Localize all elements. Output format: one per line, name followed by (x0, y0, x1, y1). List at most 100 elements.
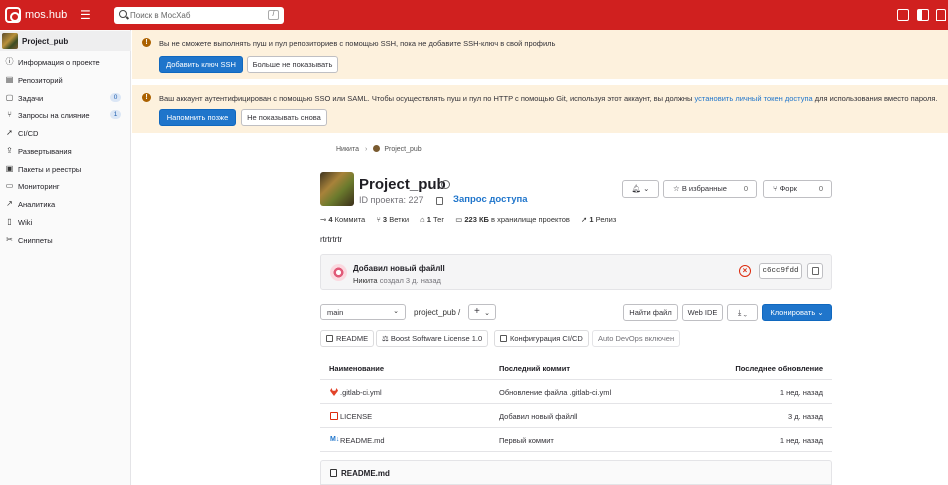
table-row[interactable]: .gitlab-ci.yml Обновление файла .gitlab-… (320, 380, 832, 404)
license-badge[interactable]: ⚖ Boost Software License 1.0 (376, 330, 489, 347)
branch-selector[interactable]: main ⌄ (320, 304, 406, 320)
table-row[interactable]: LICENSE Добавил новый файлll 3 д. назад (320, 404, 832, 428)
remind-later-button[interactable]: Напомнить позже (159, 109, 236, 126)
storage-icon: ▭ (455, 215, 463, 224)
star-icon: ☆ (673, 184, 680, 193)
sidebar-item-wiki[interactable]: ▯ Wiki (0, 214, 131, 230)
sidebar: Project_pub ⓘ Информация о проекте ▤ Реп… (0, 30, 131, 485)
repo-path-name[interactable]: project_pub (414, 308, 456, 317)
sidebar-item-deployments[interactable]: ⇪ Развертывания (0, 143, 131, 159)
commits-stat[interactable]: ⊸ 4 Коммита (320, 215, 365, 224)
issues-count-badge: 0 (110, 93, 121, 102)
badge-label: Auto DevOps включен (598, 334, 675, 343)
dont-show-again-button[interactable]: Больше не показывать (247, 56, 338, 73)
readme-title[interactable]: README.md (341, 469, 390, 478)
never-show-again-button[interactable]: Не показывать снова (241, 109, 327, 126)
auto-devops-badge[interactable]: Auto DevOps включен (592, 330, 681, 347)
request-access-link[interactable]: Запрос доступа (453, 194, 528, 205)
file-commit[interactable]: Обновление файла .gitlab-ci.yml (499, 388, 611, 397)
sidebar-item-label: Wiki (18, 218, 33, 227)
mos-hub-logo-icon[interactable] (5, 7, 21, 23)
sidebar-item-repository[interactable]: ▤ Репозиторий (0, 72, 131, 88)
storage-stat[interactable]: ▭ 223 КБ в хранилище проектов (455, 215, 570, 224)
sidebar-item-analytics[interactable]: ↗ Аналитика (0, 196, 131, 212)
sidebar-item-monitoring[interactable]: ▭ Мониторинг (0, 178, 131, 194)
commit-author[interactable]: Никита (353, 276, 378, 285)
sidebar-item-merge-requests[interactable]: ⑂ Запросы на слияние 1 (0, 107, 131, 123)
package-icon: ▣ (5, 164, 14, 173)
sidebar-item-label: Развертывания (18, 147, 72, 156)
menu-toggle-icon[interactable]: ☰ (80, 8, 91, 22)
star-button[interactable]: ☆ В избранные 0 (663, 180, 757, 198)
releases-stat[interactable]: ➚ 1 Релиз (581, 215, 616, 224)
breadcrumb-user[interactable]: Никита (336, 146, 359, 153)
sidebar-item-label: Аналитика (18, 200, 56, 209)
plus-icon: + (474, 306, 480, 317)
add-ssh-key-button[interactable]: Добавить ключ SSH (159, 56, 243, 73)
project-avatar (2, 33, 18, 49)
sidebar-item-packages[interactable]: ▣ Пакеты и реестры (0, 161, 131, 177)
file-commit[interactable]: Первый коммит (499, 436, 554, 445)
file-updated: 1 нед. назад (779, 388, 823, 397)
clone-button[interactable]: Клонировать ⌄ (762, 304, 832, 321)
fork-label: Форк (779, 184, 797, 193)
sidebar-toggle-icon[interactable] (917, 9, 929, 21)
sidebar-project-name: Project_pub (22, 37, 69, 46)
copy-id-icon[interactable] (436, 197, 443, 205)
search-input[interactable] (130, 9, 260, 21)
merge-request-icon: ⑂ (7, 110, 12, 119)
download-icon: ⤓ (738, 308, 742, 317)
star-count: 0 (743, 184, 748, 193)
chevron-down-icon: ⌄ (643, 184, 650, 193)
star-label: В избранные (681, 184, 727, 193)
sidebar-item-snippets[interactable]: ✂ Сниппеты (0, 232, 131, 248)
sidebar-item-issues[interactable]: ▢ Задачи 0 (0, 90, 131, 106)
commit-sha[interactable]: c6cc9fdd (759, 263, 802, 279)
sidebar-item-label: CI/CD (18, 129, 39, 138)
file-name[interactable]: README.md (340, 436, 385, 445)
copy-sha-button[interactable] (807, 263, 823, 279)
web-ide-button[interactable]: Web IDE (682, 304, 723, 321)
file-icon (500, 335, 507, 342)
alert-text-after: для использования вместо пароля. (812, 94, 938, 103)
table-row[interactable]: M↓ README.md Первый коммит 1 нед. назад (320, 428, 832, 452)
breadcrumb-project-avatar (373, 145, 381, 152)
sidebar-project-header[interactable]: Project_pub (0, 31, 131, 51)
branches-stat[interactable]: ⑂ 3 Ветки (376, 215, 409, 224)
pipeline-failed-icon[interactable]: × (739, 265, 751, 277)
personal-token-link[interactable]: установить личный токен доступа (694, 94, 812, 103)
fork-button[interactable]: ⑂ Форк 0 (763, 180, 832, 198)
sidebar-item-label: Сниппеты (18, 236, 53, 245)
file-commit[interactable]: Добавил новый файлll (499, 412, 577, 421)
file-name[interactable]: LICENSE (340, 412, 372, 421)
cicd-config-badge[interactable]: Конфигурация CI/CD (494, 330, 589, 347)
user-menu-icon[interactable] (936, 9, 946, 21)
chevron-down-icon: ⌄ (484, 310, 490, 317)
branches-count: 3 (382, 215, 388, 224)
download-button[interactable]: ⤓ ⌄ (727, 304, 758, 321)
copy-icon (812, 267, 819, 275)
storage-size: 223 КБ (464, 215, 489, 224)
sso-token-alert: ! Ваш аккаунт аутентифицирован с помощью… (132, 85, 948, 133)
storage-label: в хранилище проектов (491, 215, 570, 224)
find-file-button[interactable]: Найти файл (623, 304, 678, 321)
file-icon (330, 469, 337, 477)
breadcrumb-project[interactable]: Project_pub (384, 146, 421, 153)
badge-label: README (336, 334, 369, 343)
commits-count: 4 (328, 215, 333, 224)
search-box[interactable]: / (114, 7, 284, 24)
sidebar-item-project-info[interactable]: ⓘ Информация о проекте (0, 54, 131, 70)
readme-badge[interactable]: README (320, 330, 375, 347)
fork-count: 0 (818, 184, 823, 193)
project-stats: ⊸ 4 Коммита ⑂ 3 Ветки ⌂ 1 Тег ▭ 223 КБ в… (320, 215, 625, 224)
notifications-button[interactable]: 🔔︎ ⌄ (622, 180, 659, 198)
issues-icon[interactable] (897, 9, 909, 21)
deployments-icon: ⇪ (6, 146, 13, 155)
sidebar-item-cicd[interactable]: ➚ CI/CD (0, 125, 131, 141)
brand-name[interactable]: mos.hub (25, 9, 67, 21)
file-name[interactable]: .gitlab-ci.yml (340, 388, 382, 397)
sidebar-item-label: Задачи (18, 94, 44, 103)
add-to-tree-button[interactable]: + ⌄ (468, 304, 496, 320)
commit-title[interactable]: Добавил новый файлll (353, 264, 445, 273)
tags-stat[interactable]: ⌂ 1 Тег (420, 215, 444, 224)
